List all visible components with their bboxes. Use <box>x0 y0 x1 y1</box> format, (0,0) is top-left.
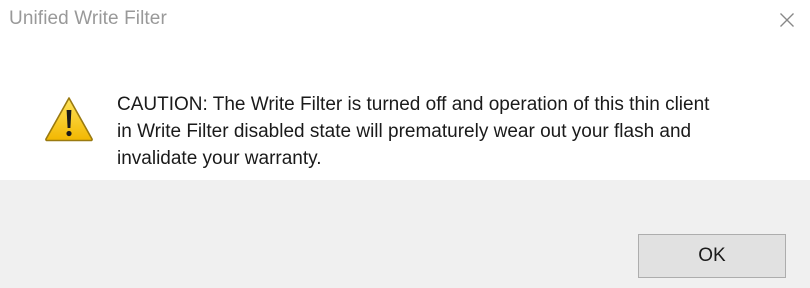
close-icon <box>780 13 794 27</box>
dialog-content: CAUTION: The Write Filter is turned off … <box>0 44 810 180</box>
message-line: invalidate your warranty. <box>117 148 322 169</box>
ok-button[interactable]: OK <box>638 234 786 278</box>
dialog-message: CAUTION: The Write Filter is turned off … <box>117 91 787 172</box>
message-dialog: Unified Write Filter CAUTION: The Write … <box>0 0 810 288</box>
message-line: CAUTION: The Write Filter is turned off … <box>117 94 710 115</box>
title-bar: Unified Write Filter <box>0 0 810 44</box>
close-button[interactable] <box>764 0 810 40</box>
button-bar: OK <box>0 180 810 288</box>
message-line: in Write Filter disabled state will prem… <box>117 121 692 142</box>
dialog-title: Unified Write Filter <box>9 8 167 29</box>
warning-icon <box>45 97 93 142</box>
